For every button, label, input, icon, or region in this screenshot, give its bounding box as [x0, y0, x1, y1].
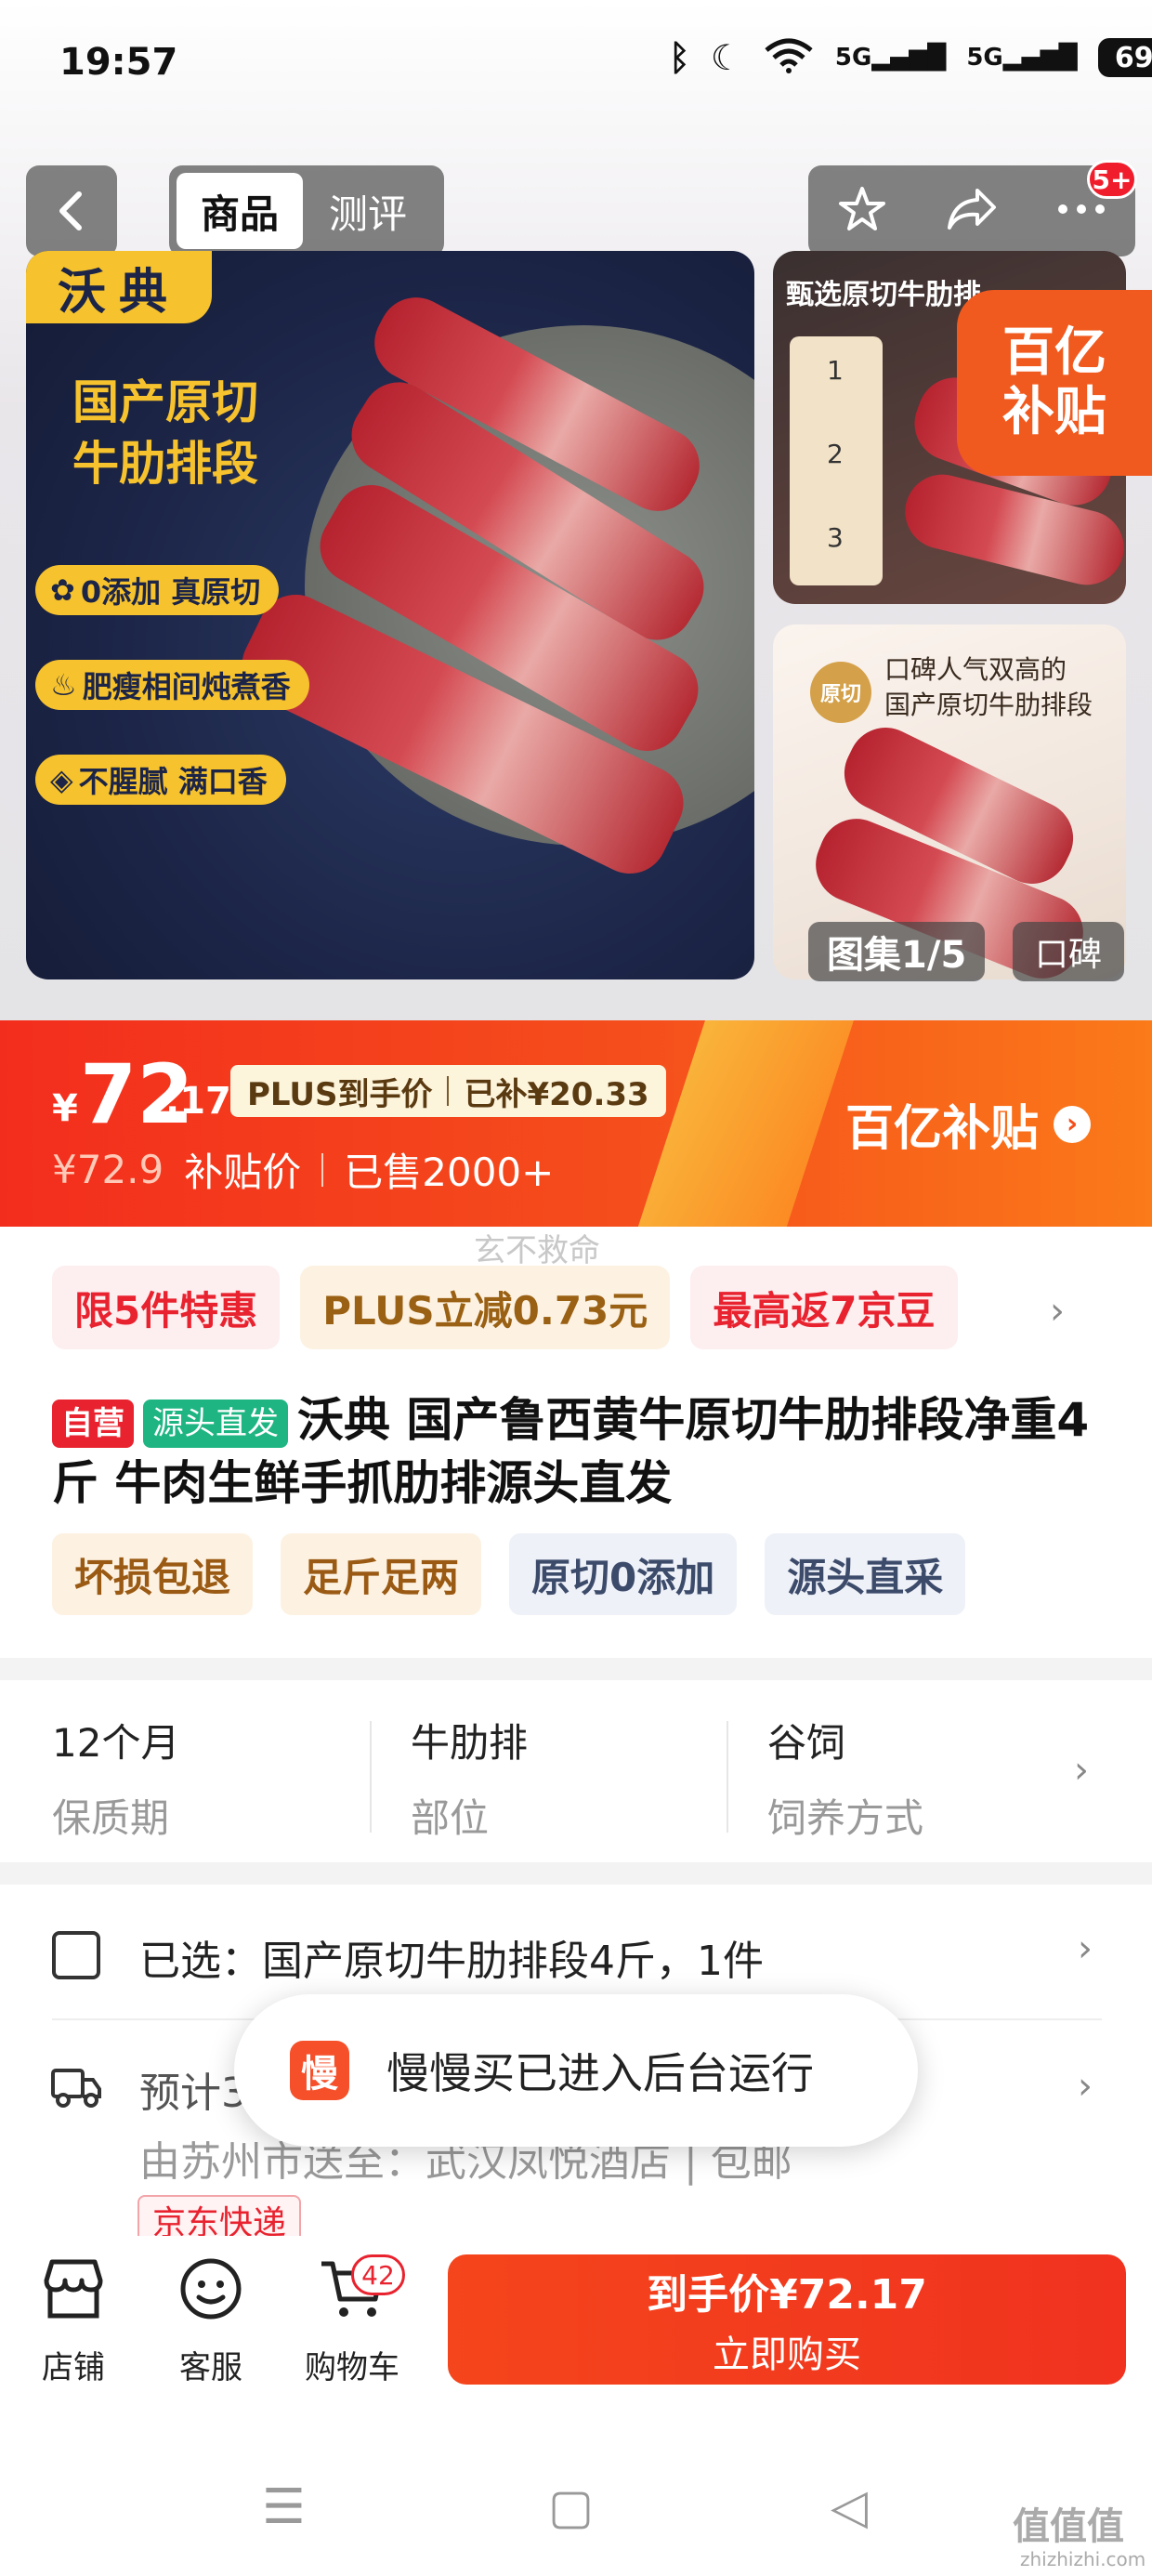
thumb-caption: 口碑人气双高的 国产原切牛肋排段	[884, 654, 1093, 720]
chevron-right-icon[interactable]: ›	[1078, 1927, 1093, 1970]
meat-icon: ◈	[50, 762, 73, 797]
subsidy-badge: 百亿 补贴	[957, 290, 1152, 476]
service-button[interactable]: 客服	[160, 2256, 262, 2387]
toast-notification: 慢 慢慢买已进入后台运行	[234, 1994, 918, 2147]
signal-icon-1: 5G▂▄▆█	[834, 44, 947, 72]
more-icon[interactable]	[1055, 202, 1107, 220]
price-decimal: .17	[165, 1080, 231, 1123]
subsidy-price-label: 补贴价	[184, 1150, 302, 1195]
truck-icon	[50, 2065, 102, 2113]
subsidy-logo[interactable]: 百亿补贴 ›	[845, 1089, 1092, 1159]
chevron-left-icon	[59, 191, 82, 230]
tab-review[interactable]: 测评	[303, 173, 433, 249]
selected-icon	[52, 1931, 100, 1979]
service-tag: 足斤足两	[281, 1533, 482, 1615]
service-tag: 源头直采	[765, 1533, 966, 1615]
brand-tag: 沃典	[26, 251, 212, 323]
tab-bar: 商品 测评	[169, 165, 444, 256]
chat-face-icon	[178, 2256, 243, 2325]
feature-pill: ◈ 不腥腻 满口香	[35, 755, 286, 805]
back-button[interactable]	[26, 165, 117, 256]
pot-icon: ♨	[50, 667, 77, 703]
status-time: 19:57	[59, 41, 178, 84]
thumb-title: 甄选原切牛肋排	[786, 279, 981, 311]
wifi-icon	[763, 37, 815, 78]
service-tag: 坏损包退	[52, 1533, 254, 1615]
buy-label: 立即购买	[713, 2333, 861, 2376]
thumb-steps-panel: 1 2 3	[790, 336, 883, 585]
moon-icon: ☾	[710, 37, 742, 78]
feature-pill: ♨ 肥瘦相间炖煮香	[35, 660, 309, 710]
app-logo-icon: 慢	[290, 2041, 349, 2100]
shipping-eta[interactable]: 预计3	[139, 2059, 247, 2119]
service-tag: 原切0添加	[509, 1533, 738, 1615]
self-operated-tag: 自营	[52, 1399, 134, 1448]
share-icon[interactable]	[944, 183, 1000, 239]
message-badge: 5+	[1087, 160, 1137, 199]
source-direct-tag: 源头直发	[143, 1399, 288, 1448]
banner-slash	[633, 1020, 854, 1227]
battery-indicator: 69	[1097, 38, 1152, 77]
feature-pill: ✿ 0添加 真原切	[35, 565, 280, 615]
status-icons: ᛒ ☾ 5G▂▄▆█ 5G▂▄▆█ 69	[669, 37, 1152, 78]
section-divider	[0, 1862, 1152, 1885]
promo-tag[interactable]: 限5件特惠	[52, 1266, 281, 1349]
spec-feeding[interactable]: 谷饲 饲养方式	[767, 1712, 1120, 1844]
chevron-right-icon[interactable]: ›	[1078, 2065, 1093, 2108]
price-banner: ¥ 72 .17 PLUS到手价 已补¥20.33 ¥72.9 补贴价 已售200…	[0, 1020, 1152, 1227]
watermark-text: 玄不救命	[474, 1232, 600, 1269]
cart-count-badge: 42	[351, 2254, 405, 2295]
chevron-right-icon[interactable]: ›	[1050, 1290, 1065, 1333]
store-icon	[39, 2256, 108, 2325]
home-icon[interactable]: ▢	[548, 2479, 594, 2535]
promo-tag[interactable]: 最高返7京豆	[690, 1266, 958, 1349]
buy-now-button[interactable]: 到手价¥72.17 立即购买	[448, 2254, 1126, 2385]
leaf-icon: ✿	[50, 572, 75, 608]
spec-cut[interactable]: 牛肋排 部位	[411, 1712, 764, 1844]
spec-shelf-life[interactable]: 12个月 保质期	[52, 1712, 405, 1844]
price-subline: ¥72.9 补贴价 已售2000+	[52, 1141, 554, 1198]
signal-icon-2: 5G▂▄▆█	[966, 44, 1078, 72]
back-triangle-icon[interactable]: ◁	[831, 2479, 868, 2535]
original-price: ¥72.9	[52, 1147, 164, 1192]
price-currency: ¥	[52, 1087, 78, 1130]
gallery-review-link[interactable]: 口碑	[1013, 922, 1124, 981]
site-url: zhizhizhi.com	[1020, 2548, 1146, 2570]
bluetooth-icon: ᛒ	[669, 37, 690, 78]
buy-price: 到手价¥72.17	[647, 2271, 927, 2319]
plus-price-tag: PLUS到手价 已补¥20.33	[230, 1065, 666, 1117]
main-product-image[interactable]: 沃典 国产原切 牛肋排段 ✿ 0添加 真原切 ♨ 肥瘦相间炖煮香 ◈ 不腥腻 满口香	[26, 251, 754, 979]
product-title: 自营 源头直发 沃典 国产鲁西黄牛原切牛肋排段净重4斤 牛肉生鲜手抓肋排源头直发	[52, 1388, 1111, 1515]
menu-icon[interactable]: ☰	[262, 2479, 306, 2535]
sold-count: 已售2000+	[344, 1150, 555, 1195]
spec-divider	[370, 1721, 372, 1833]
hero-headline: 国产原切 牛肋排段	[72, 375, 258, 491]
promo-row: 限5件特惠 PLUS立减0.73元 最高返7京豆	[52, 1266, 958, 1349]
origin-badge: 原切	[810, 662, 871, 723]
selected-option[interactable]: 已选：国产原切牛肋排段4斤，1件	[139, 1927, 764, 1987]
chevron-right-icon[interactable]: ›	[1074, 1749, 1089, 1792]
promo-tag[interactable]: PLUS立减0.73元	[300, 1266, 671, 1349]
chevron-right-icon: ›	[1054, 1105, 1092, 1143]
store-button[interactable]: 店铺	[22, 2256, 124, 2387]
tab-product[interactable]: 商品	[177, 173, 303, 249]
spec-divider	[727, 1721, 728, 1833]
service-tags: 坏损包退 足斤足两 原切0添加 源头直采	[52, 1533, 966, 1615]
star-icon[interactable]	[836, 183, 888, 239]
site-watermark: 值值值	[1013, 2505, 1124, 2548]
section-divider	[0, 1658, 1152, 1680]
toast-message: 慢慢买已进入后台运行	[386, 2048, 814, 2098]
gallery-counter[interactable]: 图集1/5	[808, 922, 986, 981]
